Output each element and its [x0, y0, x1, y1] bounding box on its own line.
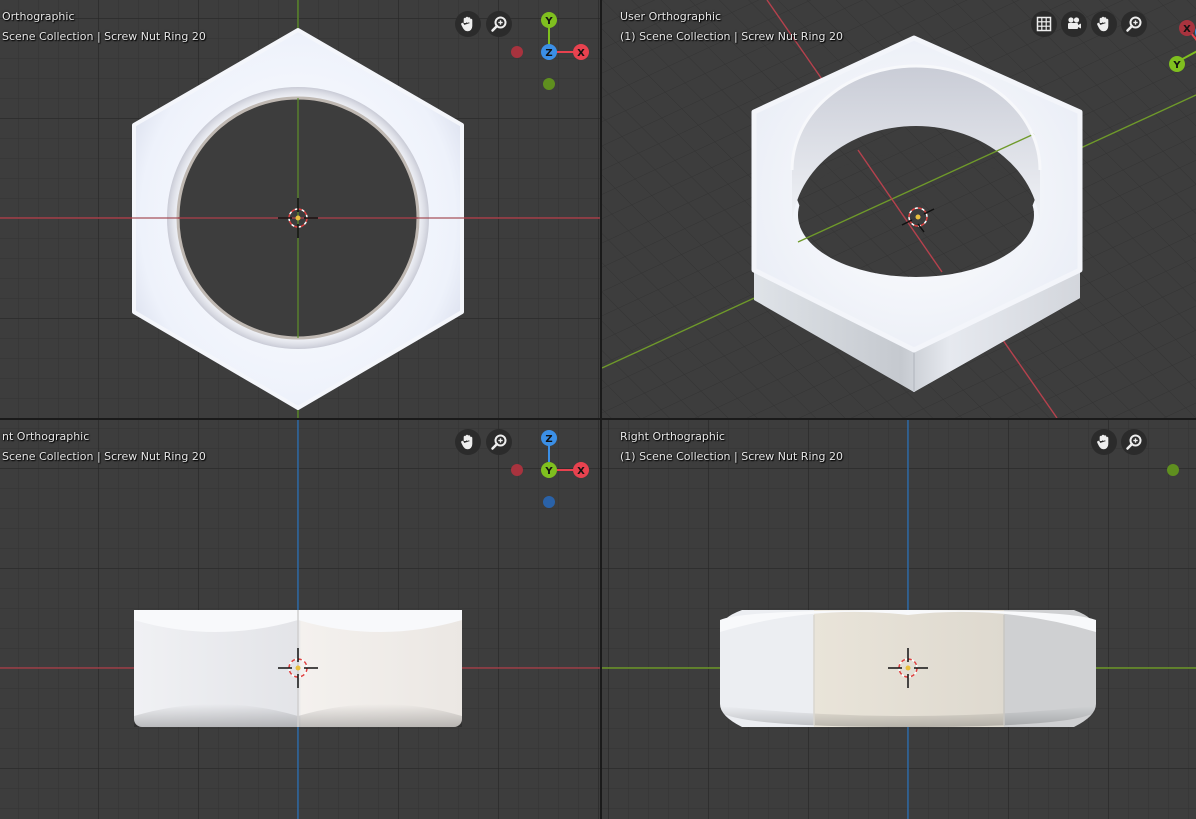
- viewport-title: nt Orthographic: [2, 430, 90, 443]
- neg-y-axis-handle: [543, 78, 555, 90]
- navigation-gizmo[interactable]: Z X Y: [505, 424, 595, 514]
- pan-view-button[interactable]: [455, 429, 481, 455]
- right-view-scene: [602, 420, 1196, 819]
- svg-text:Z: Z: [545, 434, 552, 445]
- neg-x-axis-handle: [511, 464, 523, 476]
- hand-pan-icon: [1097, 16, 1109, 32]
- pan-view-button[interactable]: [1091, 429, 1117, 455]
- pan-view-button[interactable]: [1091, 11, 1117, 37]
- viewport-top[interactable]: Orthographic Scene Collection | Screw Nu…: [0, 0, 600, 418]
- viewport-collection: (1) Scene Collection | Screw Nut Ring 20: [620, 30, 843, 43]
- user-view-scene: [602, 0, 1196, 418]
- hand-pan-icon: [461, 16, 473, 32]
- neg-z-axis-handle: [543, 496, 555, 508]
- zoom-icon: [1126, 434, 1142, 450]
- toggle-quad-view-button[interactable]: [1031, 11, 1057, 37]
- pan-view-button[interactable]: [455, 11, 481, 37]
- neg-y-axis-handle: [1167, 464, 1179, 476]
- viewport-divider-vertical[interactable]: [600, 0, 602, 819]
- svg-text:Y: Y: [544, 16, 553, 27]
- svg-text:Y: Y: [544, 466, 553, 477]
- svg-text:X: X: [1183, 24, 1191, 35]
- grid-toggle-icon: [1036, 16, 1052, 32]
- viewport-title: Orthographic: [2, 10, 75, 23]
- zoom-icon: [1126, 16, 1142, 32]
- svg-text:X: X: [577, 48, 585, 59]
- viewport-title: Right Orthographic: [620, 430, 725, 443]
- neg-x-axis-handle: [511, 46, 523, 58]
- viewport-collection: Scene Collection | Screw Nut Ring 20: [2, 450, 206, 463]
- camera-view-button[interactable]: [1061, 11, 1087, 37]
- hand-pan-icon: [1097, 434, 1109, 450]
- svg-text:Y: Y: [1172, 60, 1181, 71]
- camera-icon: [1068, 17, 1081, 29]
- svg-text:Z: Z: [545, 48, 552, 59]
- viewport-front[interactable]: nt Orthographic Scene Collection | Screw…: [0, 420, 600, 819]
- navigation-gizmo[interactable]: X Z Y: [1144, 14, 1196, 104]
- viewport-collection: (1) Scene Collection | Screw Nut Ring 20: [620, 450, 843, 463]
- navigation-gizmo[interactable]: Y X Z: [505, 6, 595, 96]
- viewport-user[interactable]: User Orthographic (1) Scene Collection |…: [602, 0, 1196, 418]
- viewport-collection: Scene Collection | Screw Nut Ring 20: [2, 30, 206, 43]
- navigation-gizmo[interactable]: Z X: [1144, 424, 1196, 514]
- viewport-title: User Orthographic: [620, 10, 722, 23]
- viewport-right[interactable]: Right Orthographic (1) Scene Collection …: [602, 420, 1196, 819]
- svg-text:X: X: [577, 466, 585, 477]
- viewport-divider-horizontal[interactable]: [0, 418, 1196, 420]
- hand-pan-icon: [461, 434, 473, 450]
